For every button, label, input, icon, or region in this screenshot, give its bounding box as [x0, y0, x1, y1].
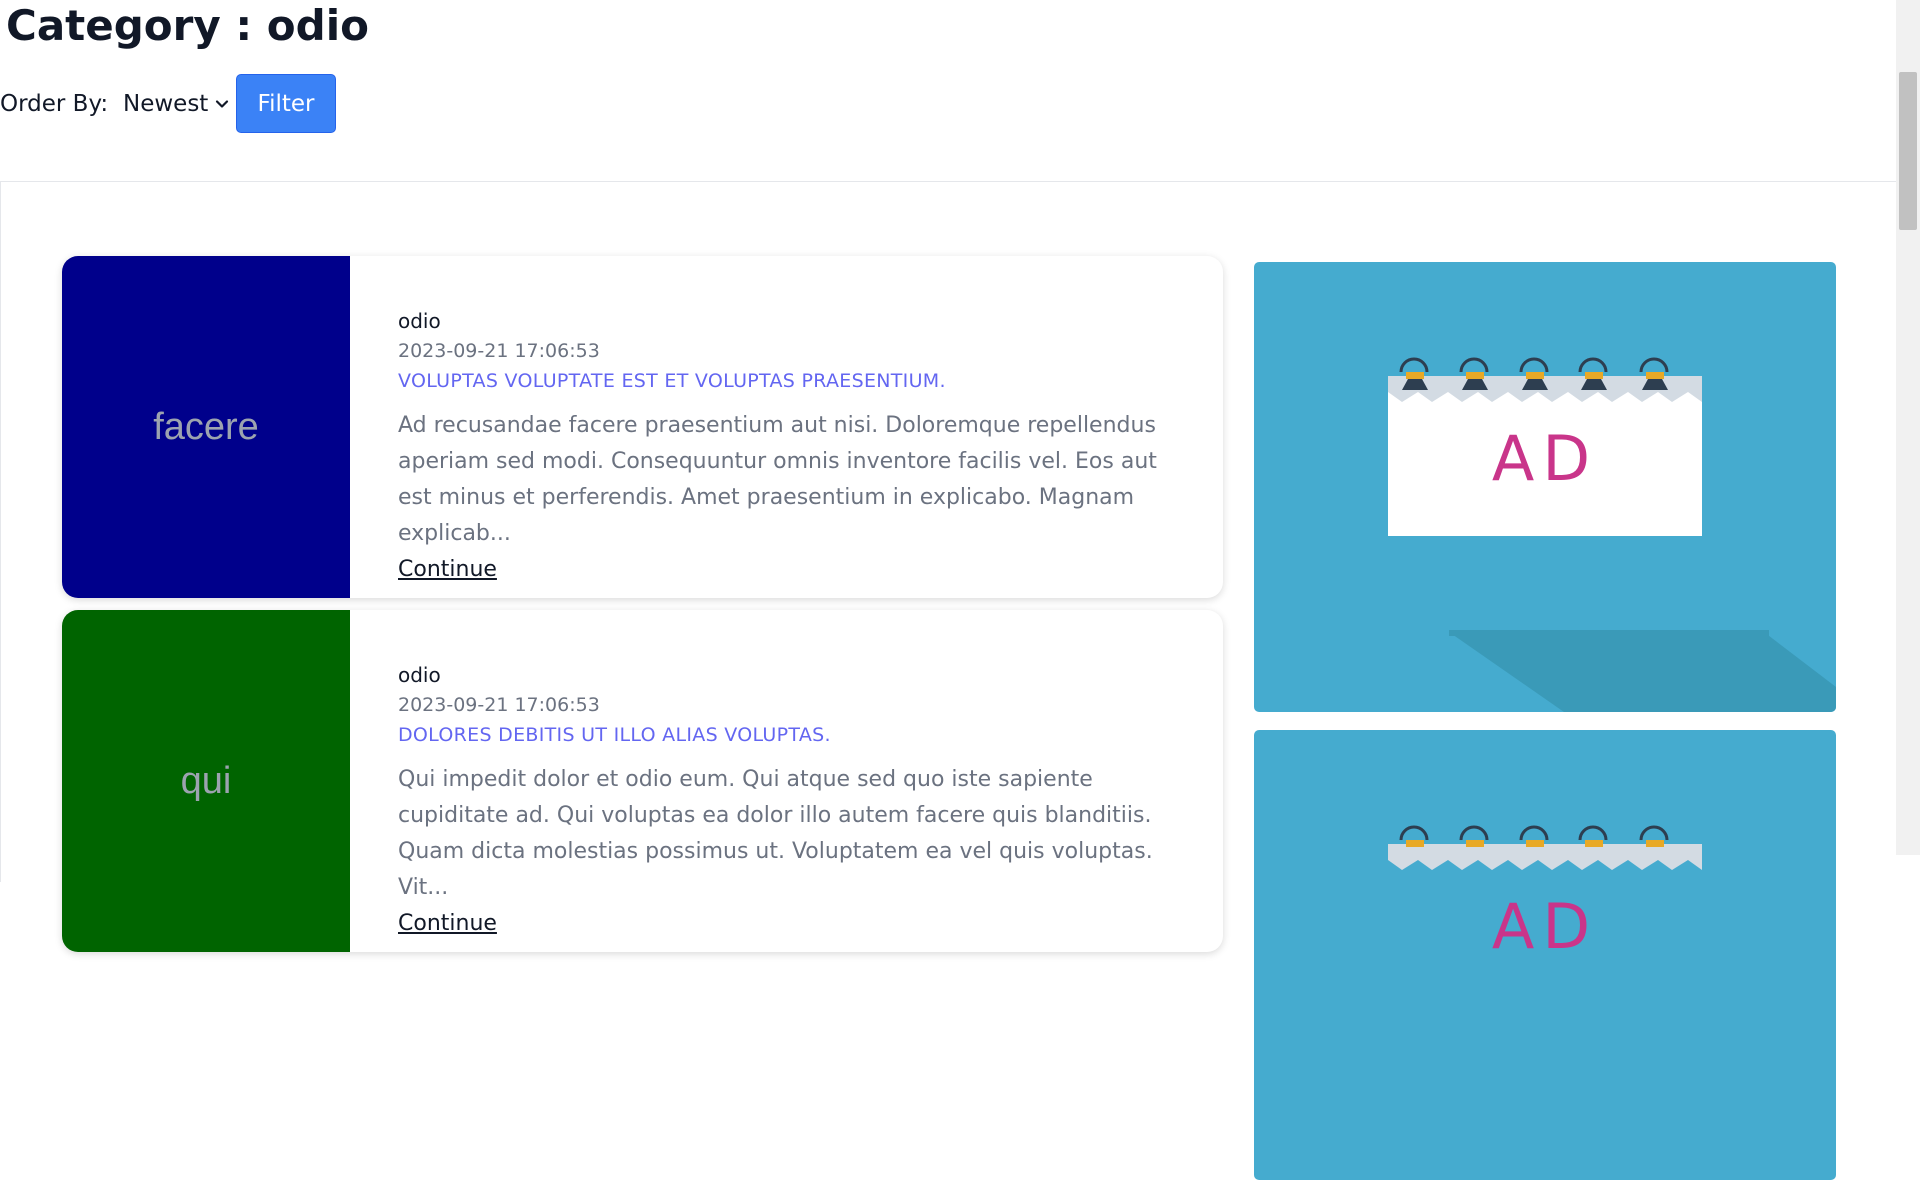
post-category: odio — [398, 663, 441, 687]
chevron-down-icon — [216, 100, 229, 108]
post-date: 2023-09-21 17:06:53 — [398, 694, 600, 716]
post-excerpt: Qui impedit dolor et odio eum. Qui atque… — [398, 767, 1153, 900]
continue-link[interactable]: Continue — [398, 906, 497, 942]
continue-link[interactable]: Continue — [398, 552, 497, 588]
scrollbar[interactable] — [1896, 0, 1920, 855]
post-title-link[interactable]: Voluptas voluptate est et voluptas praes… — [398, 366, 1198, 396]
post-card: qui odio 2023-09-21 17:06:53 Dolores deb… — [62, 610, 1223, 952]
billboard-illustration: AD — [1388, 357, 1836, 712]
page-title: Category : odio — [6, 1, 369, 50]
post-thumbnail-text: qui — [180, 759, 232, 802]
post-card: facere odio 2023-09-21 17:06:53 Voluptas… — [62, 256, 1223, 598]
ad-banner[interactable]: AD — [1254, 730, 1836, 1180]
post-thumbnail-text: facere — [153, 405, 259, 448]
filter-button[interactable]: Filter — [236, 74, 336, 133]
post-category: odio — [398, 309, 441, 333]
order-by-select[interactable]: Newest — [123, 91, 230, 117]
post-date: 2023-09-21 17:06:53 — [398, 340, 600, 362]
post-thumbnail[interactable]: facere — [62, 256, 350, 598]
post-excerpt: Ad recusandae facere praesentium aut nis… — [398, 413, 1157, 546]
post-title-link[interactable]: Dolores debitis ut illo alias voluptas. — [398, 720, 1198, 750]
order-by-value: Newest — [123, 91, 209, 117]
ad-text: AD — [1492, 422, 1598, 495]
order-by-label: Order By: — [0, 91, 109, 117]
billboard-illustration: AD — [1388, 825, 1702, 963]
scrollbar-thumb[interactable] — [1899, 72, 1917, 230]
ad-text: AD — [1492, 890, 1598, 963]
posts-panel: facere odio 2023-09-21 17:06:53 Voluptas… — [0, 181, 1897, 1180]
ad-banner[interactable]: AD — [1254, 262, 1836, 712]
post-thumbnail[interactable]: qui — [62, 610, 350, 952]
